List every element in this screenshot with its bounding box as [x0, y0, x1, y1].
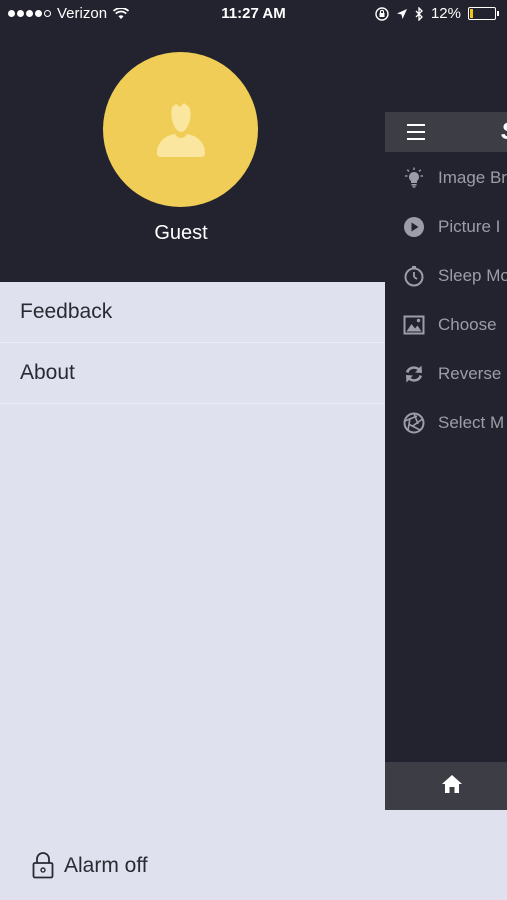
- menu-item-label: Choose: [438, 315, 497, 334]
- menu-item-label: Picture I: [438, 217, 501, 236]
- menu-item-label: Reverse: [438, 364, 502, 383]
- drawer-header: Guest: [0, 28, 385, 282]
- status-bar: Verizon 11:27 AM 12%: [0, 0, 507, 28]
- alarm-status-label: Alarm off: [64, 853, 148, 877]
- bottom-nav-bar: [385, 762, 507, 810]
- avatar[interactable]: [103, 52, 258, 207]
- drawer-item-about[interactable]: About: [0, 343, 385, 404]
- bluetooth-icon: [415, 6, 423, 21]
- user-silhouette-icon: [156, 102, 205, 157]
- home-icon[interactable]: [441, 774, 463, 799]
- rotation-lock-icon: [375, 6, 389, 21]
- alarm-status-button[interactable]: Alarm off: [32, 852, 148, 879]
- battery-level-fill: [470, 9, 474, 18]
- menu-item-label: Select M: [438, 413, 505, 432]
- reverse-arrows-icon: [403, 363, 425, 385]
- lightbulb-icon: [403, 167, 425, 189]
- menu-item-label: Sleep Mo: [438, 266, 507, 285]
- toolbar-title: S: [501, 118, 507, 146]
- menu-item-picture[interactable]: Picture I: [385, 212, 507, 242]
- user-name: Guest: [154, 222, 208, 244]
- battery-percent: 12%: [430, 5, 461, 22]
- aperture-icon: [403, 412, 425, 434]
- status-right: 12%: [375, 5, 499, 22]
- main-content-panel: S Image Bri Picture I: [385, 28, 507, 810]
- play-circle-icon: [403, 216, 425, 238]
- lock-icon: [32, 852, 54, 879]
- battery-icon: [468, 7, 496, 20]
- menu-item-reverse[interactable]: Reverse: [385, 359, 507, 389]
- menu-item-image-brightness[interactable]: Image Bri: [385, 163, 507, 193]
- menu-item-choose[interactable]: Choose: [385, 310, 507, 340]
- timer-icon: [403, 265, 425, 287]
- drawer-item-feedback[interactable]: Feedback: [0, 282, 385, 343]
- menu-item-sleep-mode[interactable]: Sleep Mo: [385, 261, 507, 291]
- image-icon: [403, 314, 425, 336]
- menu-item-select-mode[interactable]: Select M: [385, 408, 507, 438]
- menu-icon[interactable]: [407, 124, 425, 145]
- location-arrow-icon: [396, 8, 407, 19]
- menu-item-label: Image Bri: [438, 168, 507, 187]
- battery-tip: [497, 11, 499, 16]
- main-toolbar: S: [385, 112, 507, 152]
- drawer-menu: Feedback About: [0, 282, 385, 404]
